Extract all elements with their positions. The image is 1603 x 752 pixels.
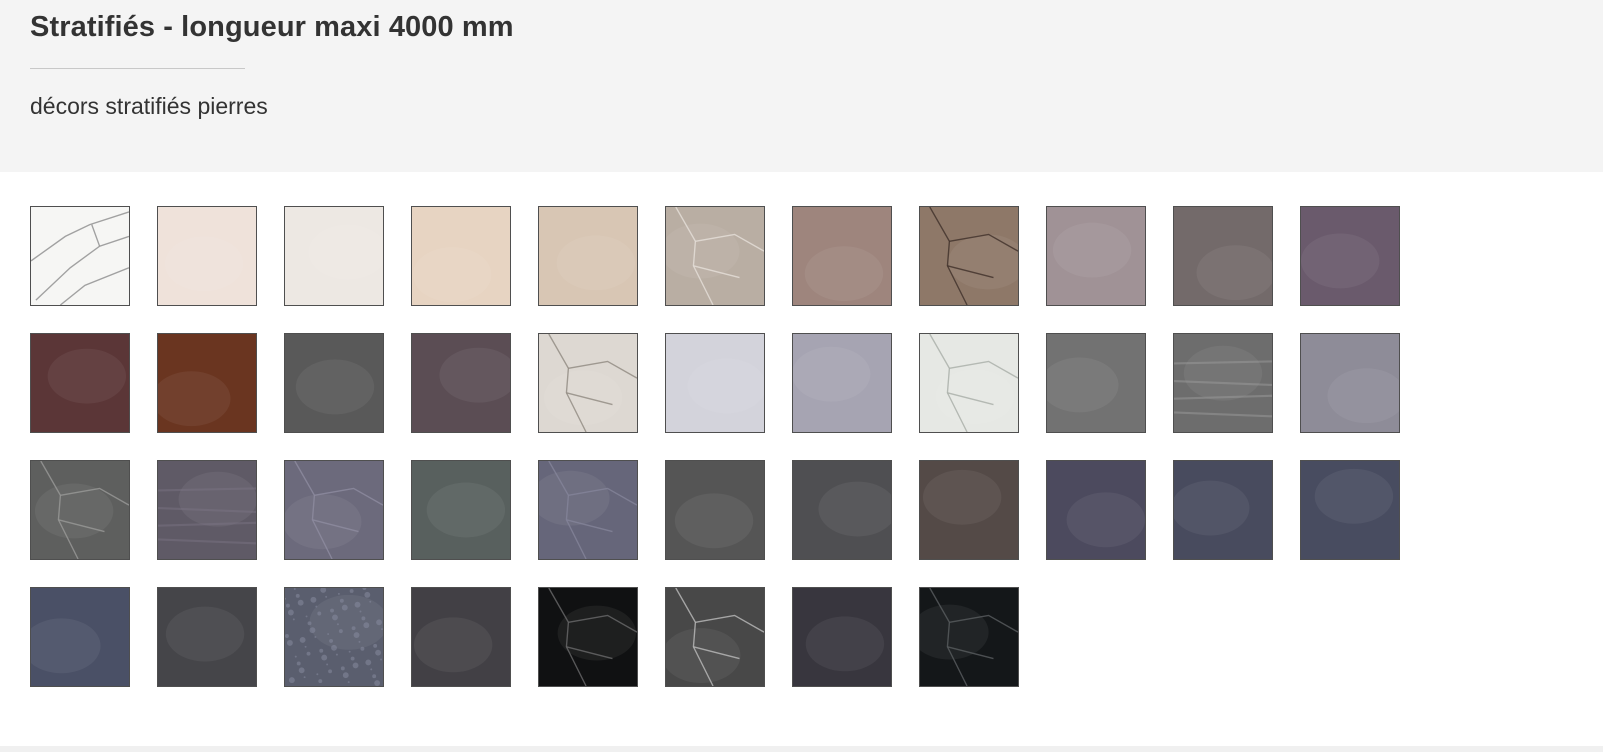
swatch-texture: [31, 207, 129, 305]
decor-swatch[interactable]: [1300, 206, 1400, 306]
decor-swatch[interactable]: [30, 206, 130, 306]
swatch-texture: [920, 588, 1018, 686]
swatch-texture: [1047, 207, 1145, 305]
title-divider: [30, 68, 245, 69]
swatch-texture: [285, 334, 383, 432]
decor-swatch[interactable]: [411, 587, 511, 687]
swatch-texture: [285, 461, 383, 559]
swatch-texture: [158, 588, 256, 686]
decor-swatch[interactable]: [538, 333, 638, 433]
decor-swatch[interactable]: [1046, 333, 1146, 433]
swatch-texture: [412, 207, 510, 305]
decor-swatch[interactable]: [411, 460, 511, 560]
swatch-texture: [285, 207, 383, 305]
swatch-texture: [1301, 207, 1399, 305]
swatch-texture: [793, 461, 891, 559]
swatch-texture: [1047, 461, 1145, 559]
swatch-texture: [158, 334, 256, 432]
swatch-texture: [1301, 461, 1399, 559]
decor-swatch[interactable]: [665, 460, 765, 560]
decor-swatch[interactable]: [411, 206, 511, 306]
swatch-texture: [412, 588, 510, 686]
decor-swatch[interactable]: [157, 333, 257, 433]
decor-swatch[interactable]: [919, 333, 1019, 433]
decor-swatch[interactable]: [30, 587, 130, 687]
swatch-texture: [920, 207, 1018, 305]
swatch-texture: [31, 334, 129, 432]
swatch-texture: [412, 461, 510, 559]
swatch-texture: [793, 334, 891, 432]
decor-swatch[interactable]: [284, 460, 384, 560]
decor-swatch[interactable]: [411, 333, 511, 433]
swatch-texture: [666, 461, 764, 559]
decor-swatch[interactable]: [919, 587, 1019, 687]
swatch-texture: [1174, 207, 1272, 305]
swatch-texture: [285, 588, 383, 686]
decor-swatch[interactable]: [919, 460, 1019, 560]
swatch-texture: [793, 588, 891, 686]
swatch-texture: [539, 334, 637, 432]
swatch-texture: [920, 334, 1018, 432]
decor-swatch[interactable]: [919, 206, 1019, 306]
swatch-texture: [1047, 334, 1145, 432]
swatch-texture: [920, 461, 1018, 559]
decor-swatch[interactable]: [665, 206, 765, 306]
swatch-texture: [666, 334, 764, 432]
decor-swatch[interactable]: [157, 587, 257, 687]
page-title: Stratifiés - longueur maxi 4000 mm: [30, 11, 514, 43]
decor-swatch[interactable]: [538, 460, 638, 560]
decor-swatch[interactable]: [665, 587, 765, 687]
decor-swatch[interactable]: [157, 206, 257, 306]
swatch-texture: [539, 461, 637, 559]
page-subtitle: décors stratifiés pierres: [30, 93, 268, 119]
swatch-texture: [158, 207, 256, 305]
decor-swatch[interactable]: [792, 460, 892, 560]
swatch-texture: [1174, 461, 1272, 559]
page-bottom-edge: [0, 746, 1603, 752]
decor-swatch[interactable]: [538, 206, 638, 306]
header-section: Stratifiés - longueur maxi 4000 mm décor…: [0, 0, 1603, 172]
swatch-texture: [31, 461, 129, 559]
decor-swatch[interactable]: [1173, 460, 1273, 560]
swatch-gallery: [0, 172, 1603, 746]
swatch-texture: [666, 588, 764, 686]
decor-swatch[interactable]: [157, 460, 257, 560]
decor-swatch[interactable]: [538, 587, 638, 687]
swatch-texture: [539, 588, 637, 686]
decor-swatch[interactable]: [1046, 206, 1146, 306]
swatch-texture: [412, 334, 510, 432]
decor-swatch[interactable]: [284, 587, 384, 687]
swatch-texture: [1174, 334, 1272, 432]
page: Stratifiés - longueur maxi 4000 mm décor…: [0, 0, 1603, 752]
decor-swatch[interactable]: [1173, 333, 1273, 433]
swatch-texture: [539, 207, 637, 305]
decor-swatch[interactable]: [1300, 460, 1400, 560]
swatch-texture: [666, 207, 764, 305]
swatch-texture: [158, 461, 256, 559]
decor-swatch[interactable]: [284, 206, 384, 306]
decor-swatch[interactable]: [792, 206, 892, 306]
decor-swatch[interactable]: [1300, 333, 1400, 433]
decor-swatch[interactable]: [30, 460, 130, 560]
decor-swatch[interactable]: [1173, 206, 1273, 306]
decor-swatch[interactable]: [30, 333, 130, 433]
swatch-texture: [793, 207, 891, 305]
decor-swatch[interactable]: [284, 333, 384, 433]
decor-swatch[interactable]: [1046, 460, 1146, 560]
decor-swatch[interactable]: [792, 587, 892, 687]
swatch-texture: [31, 588, 129, 686]
swatch-texture: [1301, 334, 1399, 432]
decor-swatch[interactable]: [792, 333, 892, 433]
decor-swatch[interactable]: [665, 333, 765, 433]
